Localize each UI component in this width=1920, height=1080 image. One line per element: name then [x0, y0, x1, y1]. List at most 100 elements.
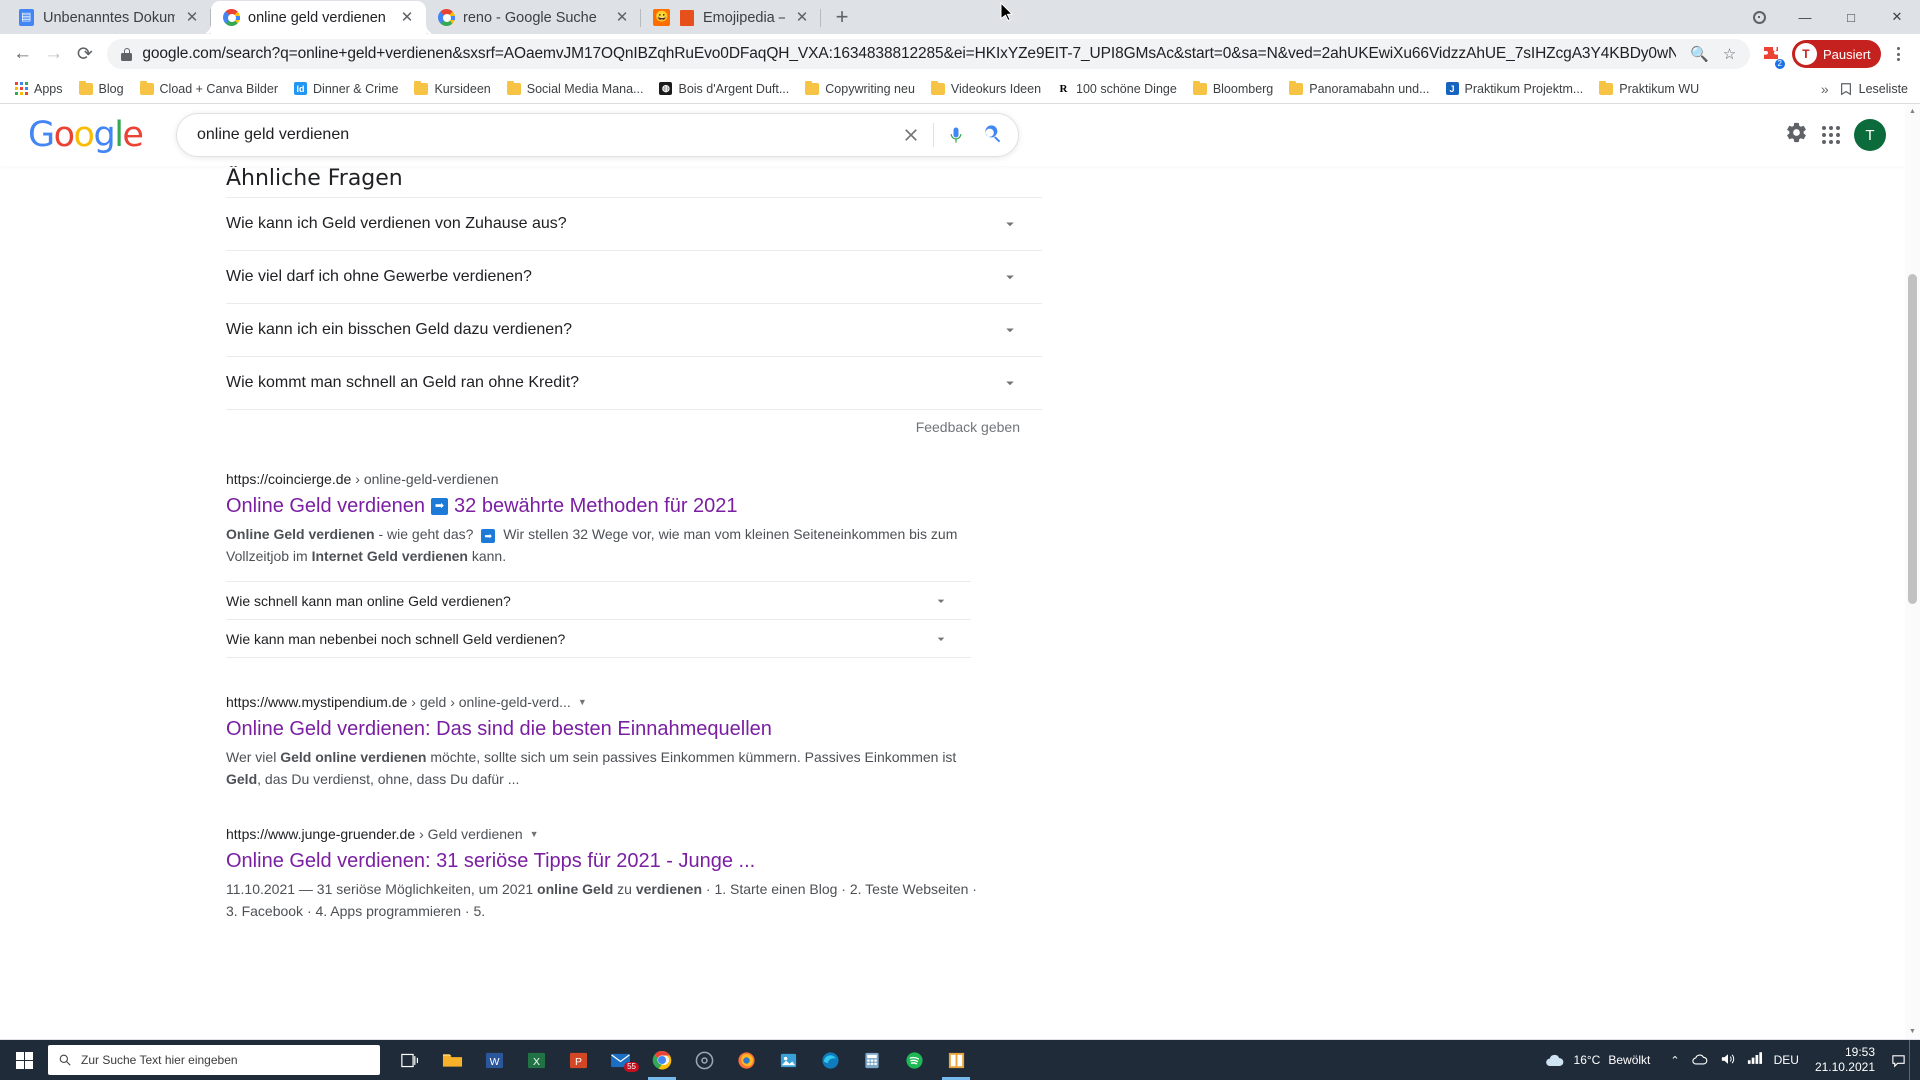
network-icon[interactable] [1747, 1052, 1763, 1068]
profile-button[interactable]: T Pausiert [1791, 40, 1881, 68]
terminal-icon[interactable] [936, 1040, 976, 1080]
notification-icon[interactable] [1887, 1040, 1909, 1080]
feedback-link[interactable]: Feedback geben [226, 410, 1042, 435]
result-url[interactable]: https://coincierge.de › online-geld-verd… [226, 469, 976, 489]
minimize-button[interactable]: — [1782, 0, 1828, 34]
bookmark-praktikum-wu[interactable]: Praktikum WU [1592, 79, 1706, 99]
start-button[interactable] [0, 1040, 48, 1080]
google-apps-icon[interactable] [1822, 126, 1840, 144]
tray-chevron-up-icon[interactable]: ⌃ [1670, 1054, 1679, 1067]
photos-icon[interactable] [768, 1040, 808, 1080]
close-icon[interactable]: ✕ [183, 9, 201, 27]
bookmark-videokurs[interactable]: Videokurs Ideen [924, 79, 1048, 99]
google-logo[interactable]: Google [28, 115, 146, 155]
mail-icon[interactable]: 55 [600, 1040, 640, 1080]
bookmark-cloud-canva[interactable]: Cload + Canva Bilder [133, 79, 285, 99]
bookmark-praktikum-projektm[interactable]: J Praktikum Projektm... [1439, 79, 1591, 99]
close-icon[interactable]: ✕ [398, 9, 416, 27]
word-icon[interactable]: W [474, 1040, 514, 1080]
chevron-down-icon[interactable] [931, 629, 951, 649]
show-desktop-button[interactable] [1909, 1040, 1916, 1080]
result-menu-icon[interactable]: ▼ [530, 824, 539, 844]
weather-widget[interactable]: 16°C Bewölkt [1534, 1053, 1661, 1068]
page-scrollbar[interactable]: ▲ ▼ [1905, 104, 1920, 1039]
browser-tab-4[interactable]: Emojipedia — Home of E ✕ [641, 1, 821, 34]
bookmark-copywriting[interactable]: Copywriting neu [798, 79, 922, 99]
taskbar-search-input[interactable]: Zur Suche Text hier eingeben [48, 1045, 380, 1075]
sub-question[interactable]: Wie schnell kann man online Geld verdien… [226, 582, 971, 620]
bookmark-kursideen[interactable]: Kursideen [407, 79, 497, 99]
chevron-down-icon[interactable] [931, 591, 951, 611]
close-icon[interactable]: ✕ [793, 9, 811, 27]
result-title[interactable]: Online Geld verdienen ➡ 32 bewährte Meth… [226, 493, 976, 519]
bookmark-bois-dargent[interactable]: ◍ Bois d'Argent Duft... [652, 79, 796, 99]
paa-question[interactable]: Wie kann ich ein bisschen Geld dazu verd… [226, 304, 1042, 357]
bookmark-social-media[interactable]: Social Media Mana... [500, 79, 651, 99]
scroll-down-icon[interactable]: ▼ [1905, 1024, 1920, 1039]
maximize-button[interactable]: □ [1828, 0, 1874, 34]
calculator-icon[interactable] [852, 1040, 892, 1080]
chevron-down-icon[interactable] [1000, 320, 1020, 340]
browser-tab-3[interactable]: reno - Google Suche ✕ [426, 1, 641, 34]
file-explorer-icon[interactable] [432, 1040, 472, 1080]
scroll-up-icon[interactable]: ▲ [1905, 104, 1920, 119]
result-title[interactable]: Online Geld verdienen: Das sind die best… [226, 716, 976, 742]
task-view-icon[interactable] [390, 1040, 430, 1080]
bookmark-label: Praktikum WU [1619, 81, 1700, 96]
address-bar[interactable]: google.com/search?q=online+geld+verdiene… [107, 39, 1751, 69]
browser-tab-1[interactable]: Unbenanntes Dokument - Googl ✕ [6, 1, 211, 34]
bookmark-dinner-crime[interactable]: ld Dinner & Crime [287, 79, 405, 99]
keyboard-layout-label[interactable]: DEU [1774, 1053, 1799, 1067]
bookmark-100-schoene-dinge[interactable]: R 100 schöne Dinge [1050, 79, 1184, 99]
bookmark-blog[interactable]: Blog [72, 79, 131, 99]
extension-icon[interactable]: 2 [1758, 40, 1785, 69]
avatar[interactable]: T [1854, 119, 1886, 151]
microphone-icon[interactable] [938, 117, 974, 153]
excel-icon[interactable]: X [516, 1040, 556, 1080]
record-indicator-icon[interactable] [1736, 0, 1782, 34]
chevron-down-icon[interactable] [1000, 373, 1020, 393]
onedrive-icon[interactable] [1691, 1053, 1709, 1068]
back-button[interactable]: ← [8, 38, 37, 70]
google-icon [438, 9, 455, 26]
bookmark-bloomberg[interactable]: Bloomberg [1186, 79, 1280, 99]
bookmark-apps[interactable]: Apps [8, 79, 70, 99]
paa-question[interactable]: Wie kommt man schnell an Geld ran ohne K… [226, 357, 1042, 410]
result-menu-icon[interactable]: ▼ [578, 692, 587, 712]
powerpoint-icon[interactable]: P [558, 1040, 598, 1080]
firefox-icon[interactable] [726, 1040, 766, 1080]
close-window-button[interactable]: ✕ [1874, 0, 1920, 34]
scrollbar-thumb[interactable] [1908, 274, 1917, 604]
chevron-down-icon[interactable] [1000, 214, 1020, 234]
search-icon[interactable] [974, 117, 1010, 153]
close-icon[interactable]: ✕ [613, 9, 631, 27]
spotify-icon[interactable] [894, 1040, 934, 1080]
chrome-menu-button[interactable] [1885, 39, 1912, 69]
result-title[interactable]: Online Geld verdienen: 31 seriöse Tipps … [226, 848, 976, 874]
browser-tab-2[interactable]: online geld verdienen - Google S ✕ [211, 1, 426, 34]
close-icon[interactable] [893, 117, 929, 153]
gear-icon[interactable] [1785, 121, 1808, 150]
zoom-search-icon[interactable]: 🔍 [1686, 41, 1712, 67]
chevron-down-icon[interactable] [1000, 267, 1020, 287]
edge-icon[interactable] [810, 1040, 850, 1080]
chrome-icon[interactable] [642, 1040, 682, 1080]
paa-question[interactable]: Wie kann ich Geld verdienen von Zuhause … [226, 198, 1042, 251]
result-url[interactable]: https://www.mystipendium.de › geld › onl… [226, 692, 976, 712]
sub-question[interactable]: Wie kann man nebenbei noch schnell Geld … [226, 620, 971, 658]
search-input[interactable]: online geld verdienen [197, 126, 893, 144]
bookmark-panoramabahn[interactable]: Panoramabahn und... [1282, 79, 1436, 99]
taskbar-clock[interactable]: 19:53 21.10.2021 [1809, 1045, 1887, 1075]
new-tab-button[interactable]: + [827, 2, 857, 32]
volume-icon[interactable] [1720, 1052, 1736, 1069]
paa-question[interactable]: Wie viel darf ich ohne Gewerbe verdienen… [226, 251, 1042, 304]
bookmark-overflow-icon[interactable]: » [1821, 81, 1829, 97]
forward-button[interactable]: → [39, 38, 68, 70]
cd-icon[interactable] [684, 1040, 724, 1080]
search-box[interactable]: online geld verdienen [176, 113, 1019, 157]
search-results-area: Ähnliche Fragen Wie kann ich Geld verdie… [0, 166, 1920, 1039]
reading-list-button[interactable]: Leseliste [1839, 82, 1908, 96]
result-url[interactable]: https://www.junge-gruender.de › Geld ver… [226, 824, 976, 844]
star-icon[interactable]: ☆ [1716, 41, 1742, 67]
reload-button[interactable]: ⟳ [70, 38, 99, 70]
